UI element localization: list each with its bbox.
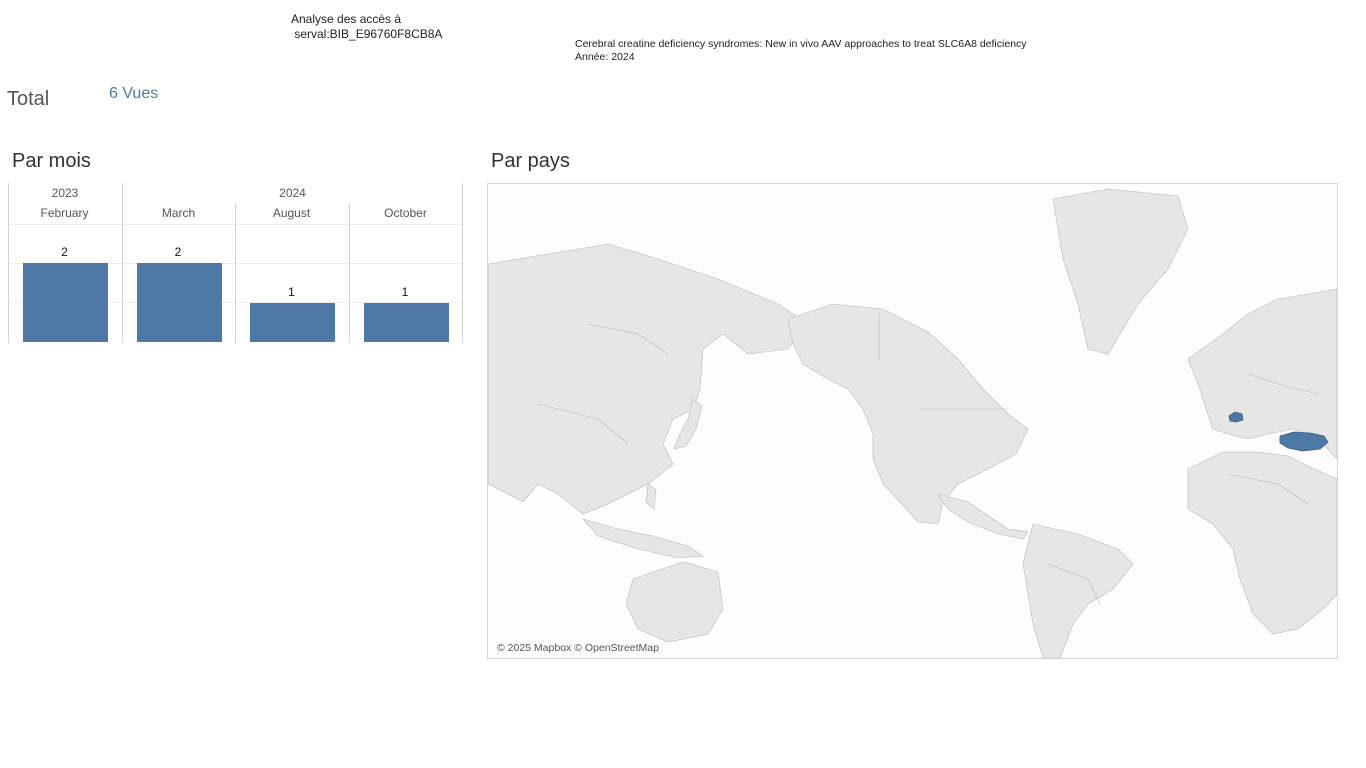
philippines-islands xyxy=(645,483,657,510)
bar[interactable] xyxy=(250,302,335,342)
total-label: Total xyxy=(7,88,50,110)
month-divider xyxy=(349,204,350,343)
south-america-landmass xyxy=(1022,523,1134,658)
month-label: August xyxy=(272,206,311,220)
month-label: October xyxy=(384,206,427,220)
bar[interactable] xyxy=(136,263,222,342)
page-title: Analyse des accès à serval:BIB_E96760F8C… xyxy=(291,12,443,41)
month-label: March xyxy=(161,206,196,220)
monthly-bar-chart: 2023 2024 February March August October … xyxy=(8,183,463,343)
month-divider xyxy=(235,204,236,343)
publication-title: Cerebral creatine deficiency syndromes: … xyxy=(575,38,1027,50)
map-attribution-link[interactable]: © 2025 Mapbox © OpenStreetMap xyxy=(495,641,661,655)
world-map[interactable]: © 2025 Mapbox © OpenStreetMap xyxy=(487,183,1338,659)
country-section-title: Par pays xyxy=(491,150,570,172)
north-america-landmass xyxy=(787,303,1029,525)
australia-landmass xyxy=(625,561,724,643)
publication-info: Cerebral creatine deficiency syndromes: … xyxy=(575,38,1027,64)
data-label: 2 xyxy=(61,245,68,259)
monthly-section-title: Par mois xyxy=(12,150,91,172)
indonesia-islands xyxy=(582,518,704,559)
map-canvas xyxy=(488,188,1337,658)
year-header-2023: 2023 xyxy=(51,186,79,200)
asia-landmass xyxy=(488,243,809,515)
bar[interactable] xyxy=(363,302,449,342)
central-america xyxy=(937,493,1029,540)
data-label: 1 xyxy=(401,284,409,299)
month-label: February xyxy=(40,206,89,220)
greenland-island xyxy=(1052,188,1189,355)
data-label: 2 xyxy=(174,245,182,259)
axis-line xyxy=(462,183,463,343)
africa-landmass xyxy=(1187,451,1337,635)
europe-landmass xyxy=(1187,288,1337,460)
bar[interactable] xyxy=(23,263,108,342)
total-views-value: 6 Vues xyxy=(109,85,159,102)
data-label: 1 xyxy=(288,284,295,299)
publication-year: Année: 2024 xyxy=(575,51,635,63)
year-header-2024: 2024 xyxy=(279,186,306,200)
